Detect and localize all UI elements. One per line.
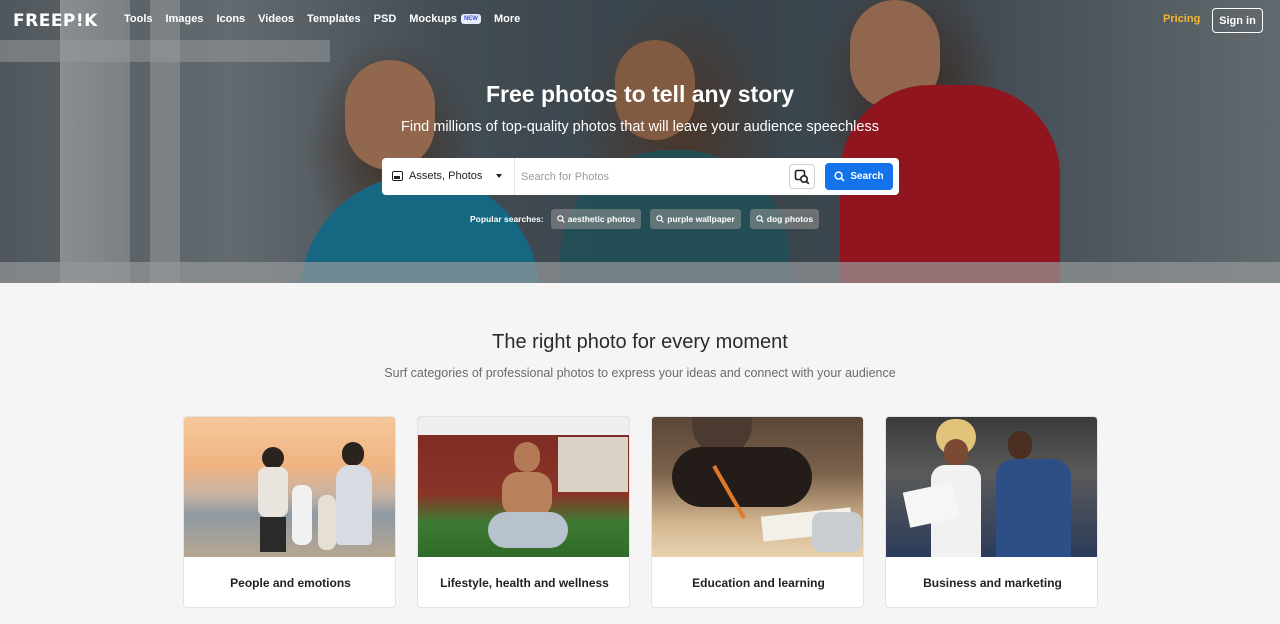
popular-searches: Popular searches: aesthetic photos purpl… <box>470 209 828 229</box>
hero-title: Free photos to tell any story <box>486 81 794 107</box>
category-image <box>418 417 629 557</box>
asset-type-label: Assets, Photos <box>409 170 483 182</box>
popular-chip-purple-wallpaper[interactable]: purple wallpaper <box>650 209 741 229</box>
new-badge: NEW <box>460 14 481 24</box>
chip-label: aesthetic photos <box>567 214 636 224</box>
top-navigation: FREEP!K Tools Images Icons Videos Templa… <box>0 0 1280 40</box>
search-bar: Assets, Photos Search <box>382 158 899 195</box>
category-image <box>184 417 395 557</box>
freepik-logo[interactable]: FREEP!K <box>13 11 98 31</box>
visual-search-button[interactable] <box>789 164 815 189</box>
caret-down-icon <box>496 174 502 178</box>
category-card-business[interactable]: Business and marketing <box>885 416 1098 608</box>
popular-searches-label: Popular searches: <box>470 214 544 224</box>
category-card-people[interactable]: People and emotions <box>183 416 396 608</box>
nav-item-icons[interactable]: Icons <box>216 13 245 25</box>
nav-item-mockups[interactable]: Mockups NEW <box>409 13 481 25</box>
popular-chip-dog-photos[interactable]: dog photos <box>749 209 820 229</box>
asset-type-dropdown[interactable]: Assets, Photos <box>382 158 515 195</box>
chip-label: dog photos <box>766 214 814 224</box>
chip-label: purple wallpaper <box>667 214 735 224</box>
search-button-label: Search <box>850 171 884 182</box>
nav-item-tools[interactable]: Tools <box>124 13 153 25</box>
hero-subtitle: Find millions of top-quality photos that… <box>401 119 879 135</box>
hero-overlay <box>0 0 1280 283</box>
nav-item-templates[interactable]: Templates <box>307 13 361 25</box>
section-title: The right photo for every moment <box>492 331 788 353</box>
category-card-lifestyle[interactable]: Lifestyle, health and wellness <box>417 416 630 608</box>
nav-item-more[interactable]: More <box>494 13 520 25</box>
nav-item-videos[interactable]: Videos <box>258 13 294 25</box>
search-button[interactable]: Search <box>825 163 893 190</box>
search-icon <box>756 215 764 223</box>
nav-item-images[interactable]: Images <box>166 13 204 25</box>
hero-background <box>0 0 1280 283</box>
category-label: Education and learning <box>692 576 825 590</box>
section-subtitle: Surf categories of professional photos t… <box>384 366 896 380</box>
pricing-link[interactable]: Pricing <box>1163 13 1200 25</box>
search-icon <box>834 171 845 182</box>
popular-chip-aesthetic-photos[interactable]: aesthetic photos <box>550 209 642 229</box>
category-label: Business and marketing <box>923 576 1062 590</box>
search-input[interactable] <box>521 167 781 187</box>
nav-item-psd[interactable]: PSD <box>374 13 397 25</box>
search-icon <box>556 215 565 223</box>
image-search-icon <box>794 169 810 184</box>
sign-in-button[interactable]: Sign in <box>1212 8 1263 33</box>
category-image <box>886 417 1097 557</box>
category-image <box>652 417 863 557</box>
category-label: Lifestyle, health and wellness <box>440 576 609 590</box>
image-icon <box>392 171 403 181</box>
category-card-education[interactable]: Education and learning <box>651 416 864 608</box>
category-cards: People and emotions Lifestyle, health an… <box>183 416 1098 608</box>
search-icon <box>656 215 665 223</box>
nav-item-mockups-label: Mockups <box>409 13 457 25</box>
category-label: People and emotions <box>230 576 351 590</box>
nav-menu: Tools Images Icons Videos Templates PSD … <box>124 13 533 25</box>
